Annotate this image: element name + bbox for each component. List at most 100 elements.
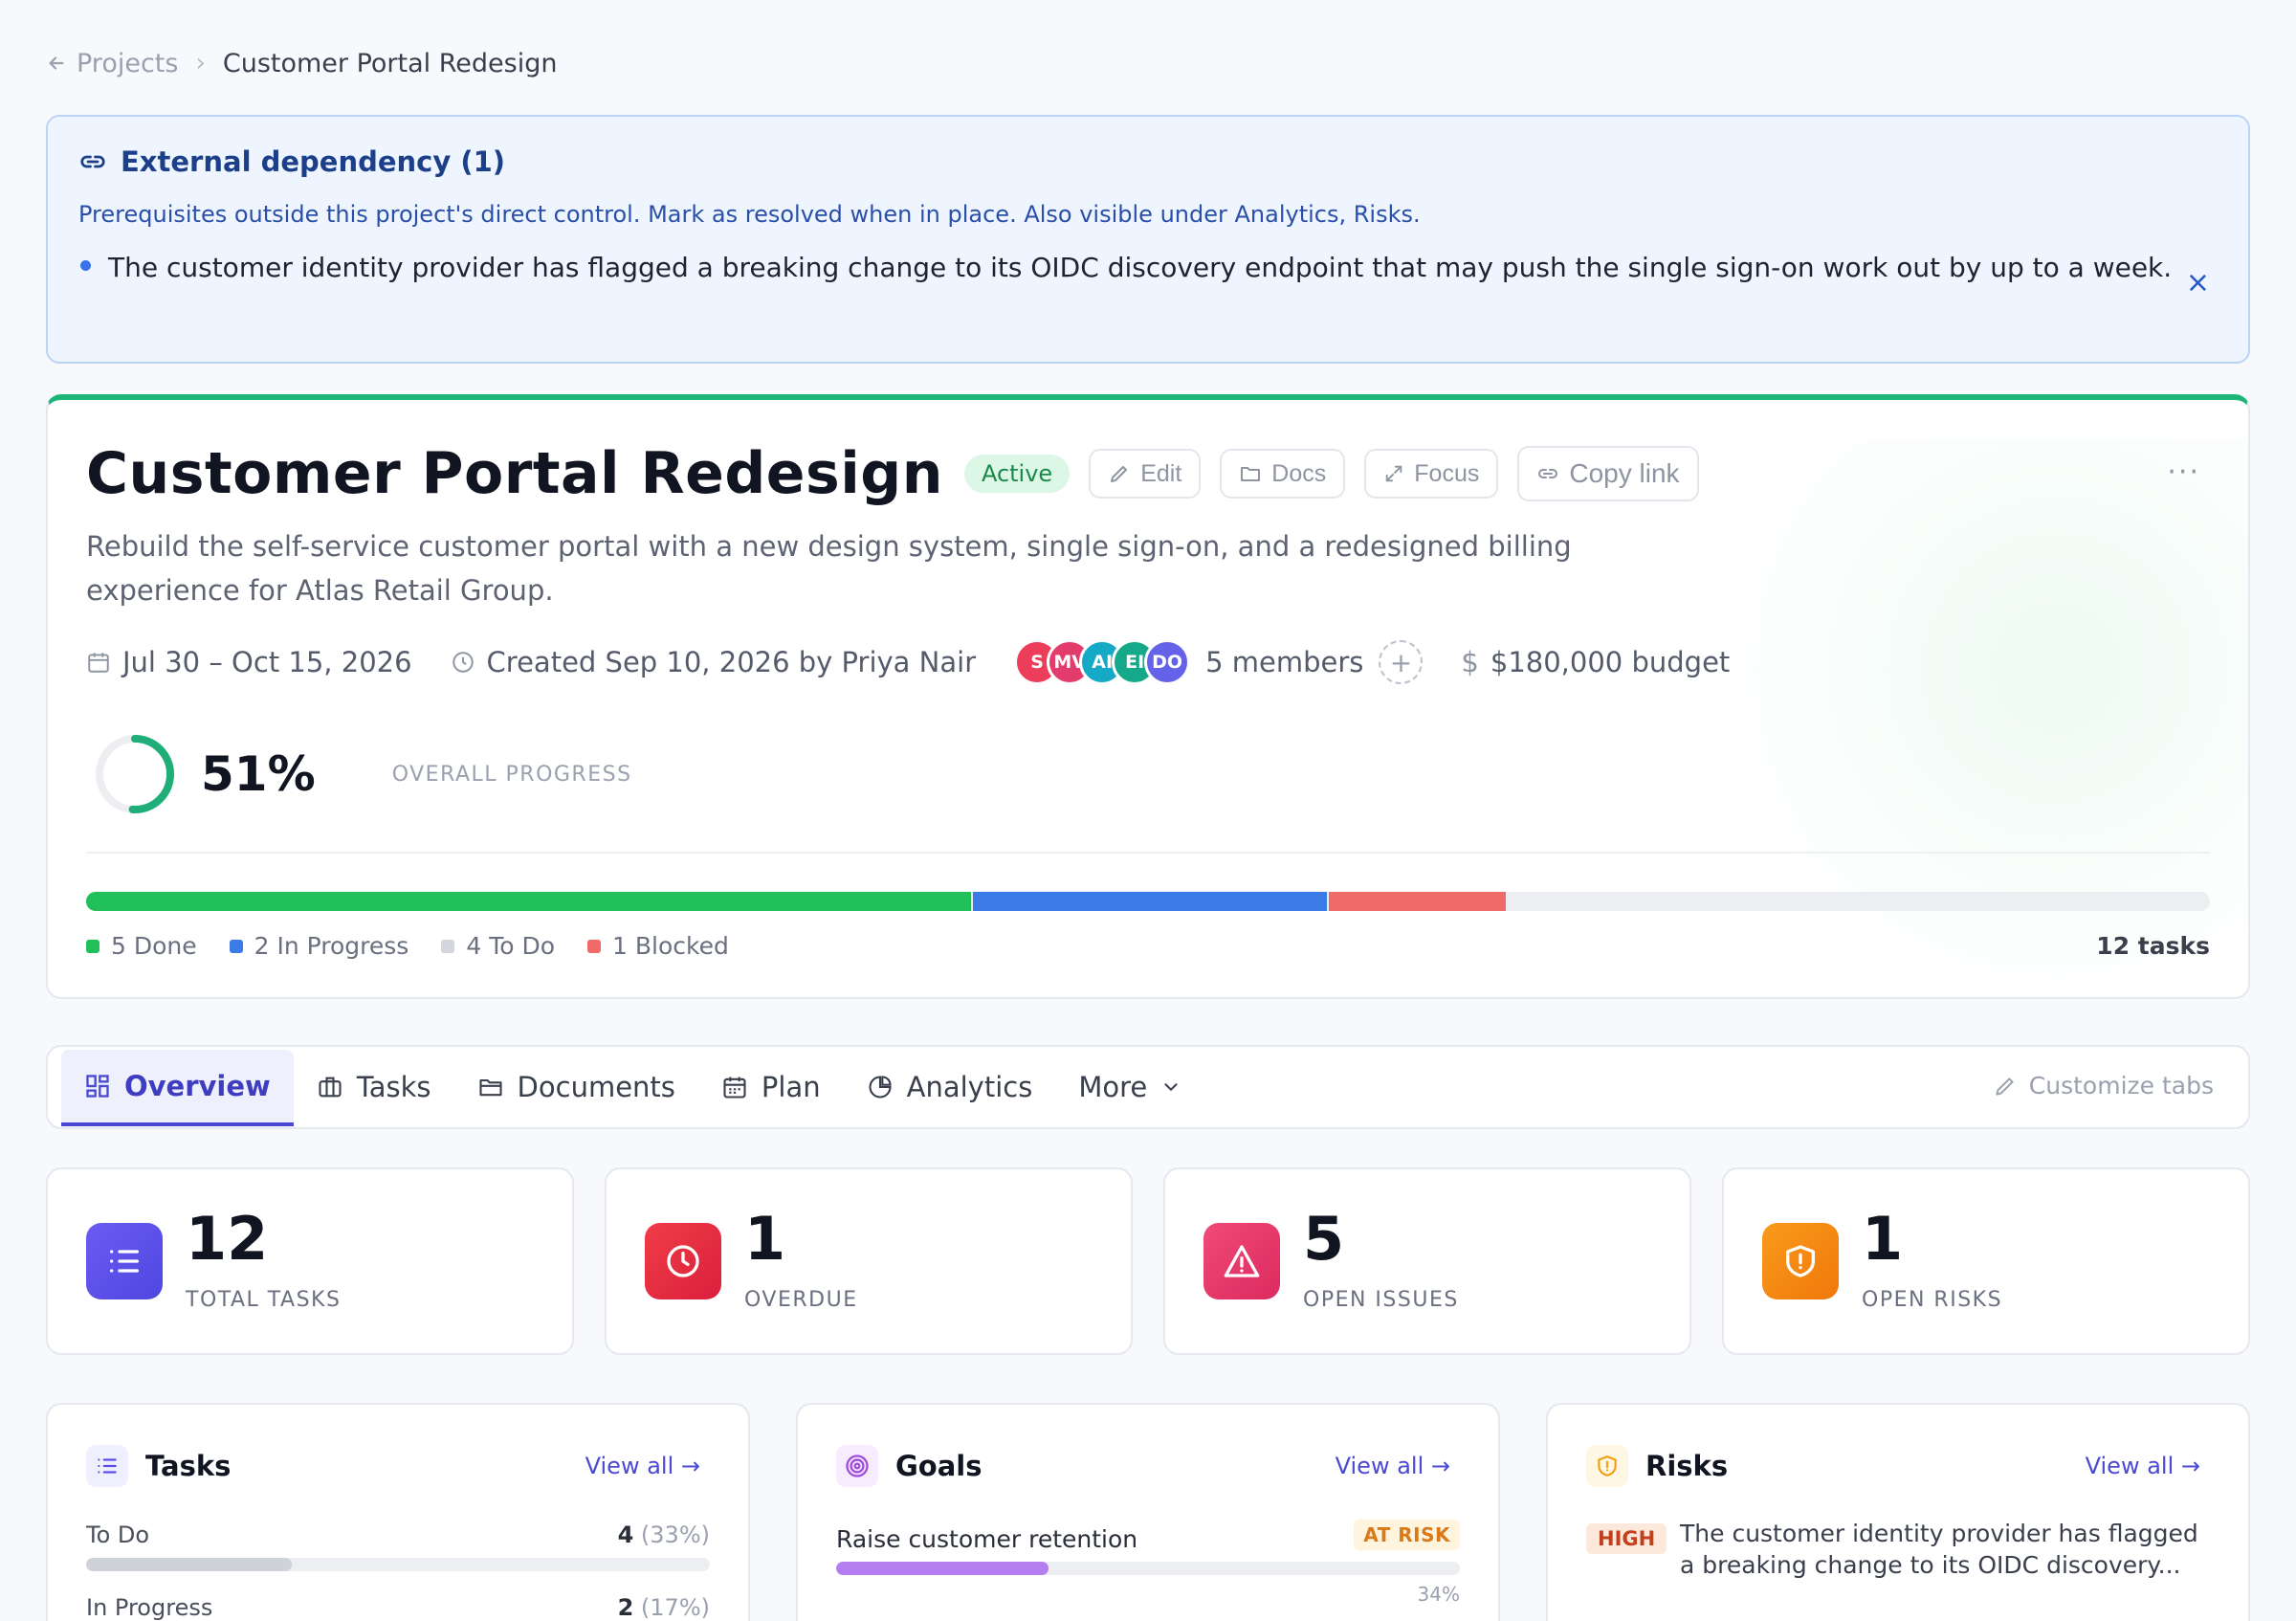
stat-overdue[interactable]: 1 OVERDUE (605, 1167, 1133, 1355)
breadcrumb-parent-label: Projects (77, 48, 179, 78)
tab-tasks[interactable]: Tasks (294, 1047, 454, 1127)
budget-text: $180,000 budget (1490, 646, 1731, 678)
breadcrumb-current: Customer Portal Redesign (222, 48, 558, 78)
budget: $ $180,000 budget (1461, 646, 1730, 678)
stat-label: OVERDUE (744, 1288, 858, 1312)
tab-tasks-label: Tasks (356, 1071, 431, 1103)
calendar-icon (723, 1077, 746, 1099)
stat-value: 12 (186, 1204, 269, 1274)
legend-swatch (229, 939, 243, 953)
row-count: 4 (33%) (617, 1521, 710, 1548)
link-icon (1538, 469, 1558, 478)
row-label: To Do (86, 1521, 150, 1548)
stat-value: 1 (744, 1204, 786, 1274)
tab-documents[interactable]: Documents (454, 1047, 698, 1127)
progress-label: OVERALL PROGRESS (391, 762, 632, 787)
goals-view-all-link[interactable]: View all → (1336, 1453, 1450, 1479)
docs-button-label: Docs (1271, 459, 1327, 487)
customize-tabs-button[interactable]: Customize tabs (1993, 1072, 2214, 1099)
tab-analytics[interactable]: Analytics (844, 1047, 1056, 1127)
mini-bar-fill (86, 1558, 293, 1571)
copy-link-label: Copy link (1569, 458, 1680, 488)
legend-item: 2 In Progress (229, 932, 409, 960)
stat-total-tasks[interactable]: 12 TOTAL TASKS (46, 1167, 574, 1355)
tab-more[interactable]: More (1055, 1047, 1204, 1127)
clock-icon (452, 652, 474, 673)
dollar-icon: $ (1461, 646, 1479, 678)
goals-panel-header: Goals (836, 1445, 982, 1487)
tasks-panel: Tasks View all → To Do 4 (33%) In Progre… (46, 1403, 750, 1621)
calendar-icon (88, 653, 109, 673)
risks-view-all-link[interactable]: View all → (2086, 1453, 2200, 1479)
folder-icon (478, 1078, 502, 1097)
stat-open-risks[interactable]: 1 OPEN RISKS (1722, 1167, 2250, 1355)
risks-panel-title: Risks (1645, 1450, 1729, 1482)
copy-link-button[interactable]: Copy link (1517, 446, 1699, 501)
shield-icon (1762, 1223, 1839, 1299)
banner-title: External dependency (1) (121, 145, 506, 178)
grid-icon (86, 1075, 109, 1098)
tab-overview[interactable]: Overview (61, 1050, 294, 1126)
divider (86, 852, 2210, 854)
task-status-bar (86, 892, 2210, 911)
edit-button[interactable]: Edit (1089, 449, 1202, 499)
more-options-icon[interactable]: ··· (2167, 455, 2200, 489)
stat-value: 5 (1303, 1204, 1345, 1274)
risks-panel: Risks View all → HIGH The customer ident… (1546, 1403, 2250, 1621)
member-avatars[interactable]: S MV AI EI DO (1014, 639, 1191, 685)
tasks-view-all-link[interactable]: View all → (585, 1453, 700, 1479)
breadcrumb: Projects › Customer Portal Redesign (46, 46, 557, 80)
focus-button-label: Focus (1414, 459, 1480, 487)
arrow-left-icon (49, 56, 64, 70)
stat-open-issues[interactable]: 5 OPEN ISSUES (1163, 1167, 1691, 1355)
edit-button-label: Edit (1140, 459, 1182, 487)
avatar[interactable]: DO (1144, 639, 1191, 685)
status-bar-segment (86, 892, 971, 911)
banner-title-row: External dependency (1) (78, 145, 2218, 178)
legend-swatch (441, 939, 455, 953)
progress-ring (96, 735, 174, 813)
tab-plan[interactable]: Plan (698, 1047, 844, 1127)
stat-label: OPEN RISKS (1862, 1288, 2003, 1312)
risk-description[interactable]: The customer identity provider has flagg… (1680, 1518, 2216, 1581)
legend-label: 2 In Progress (254, 932, 409, 960)
project-title-row: Customer Portal Redesign Active Edit Doc… (86, 440, 1699, 507)
legend-swatch (587, 939, 602, 953)
project-title: Customer Portal Redesign (86, 440, 943, 507)
created-info: Created Sep 10, 2026 by Priya Nair (451, 646, 977, 678)
pencil-icon (1111, 466, 1128, 482)
list-icon (86, 1223, 163, 1299)
docs-button[interactable]: Docs (1220, 449, 1346, 499)
status-bar-segment (1329, 892, 1506, 911)
row-label: In Progress (86, 1594, 213, 1621)
link-icon (80, 155, 105, 168)
goal-progress-fill (836, 1562, 1049, 1575)
pie-chart-icon (869, 1076, 892, 1099)
legend-swatch (86, 939, 99, 953)
project-header-card: Customer Portal Redesign Active Edit Doc… (46, 394, 2250, 999)
breadcrumb-parent-link[interactable]: Projects (46, 49, 178, 78)
task-status-legend: 5 Done 2 In Progress 4 To Do 1 Blocked (86, 932, 762, 960)
legend-label: 5 Done (111, 932, 197, 960)
tab-overview-label: Overview (124, 1070, 271, 1102)
stat-label: TOTAL TASKS (186, 1288, 342, 1312)
project-description: Rebuild the self-service customer portal… (86, 530, 1572, 607)
goal-name[interactable]: Raise customer retention (836, 1525, 1137, 1553)
close-icon[interactable]: × (2186, 266, 2210, 300)
created-text: Created Sep 10, 2026 by Priya Nair (486, 646, 977, 678)
goal-status-badge: AT RISK (1354, 1520, 1460, 1550)
shield-icon (1586, 1445, 1628, 1487)
overall-progress: 51% OVERALL PROGRESS (94, 733, 632, 815)
legend-label: 1 Blocked (612, 932, 729, 960)
chevron-down-icon (1164, 1083, 1178, 1092)
total-tasks-count: 12 tasks (2096, 932, 2210, 960)
members-count: 5 members (1205, 646, 1364, 678)
clock-icon (645, 1223, 721, 1299)
add-member-button[interactable]: + (1379, 640, 1424, 684)
legend-item: 1 Blocked (587, 932, 729, 960)
goal-progress-percent: 34% (1417, 1583, 1460, 1606)
chevron-right-icon: › (195, 49, 206, 78)
decorative-glow (1598, 438, 2248, 997)
tasks-panel-header: Tasks (86, 1445, 231, 1487)
focus-button[interactable]: Focus (1364, 449, 1499, 499)
